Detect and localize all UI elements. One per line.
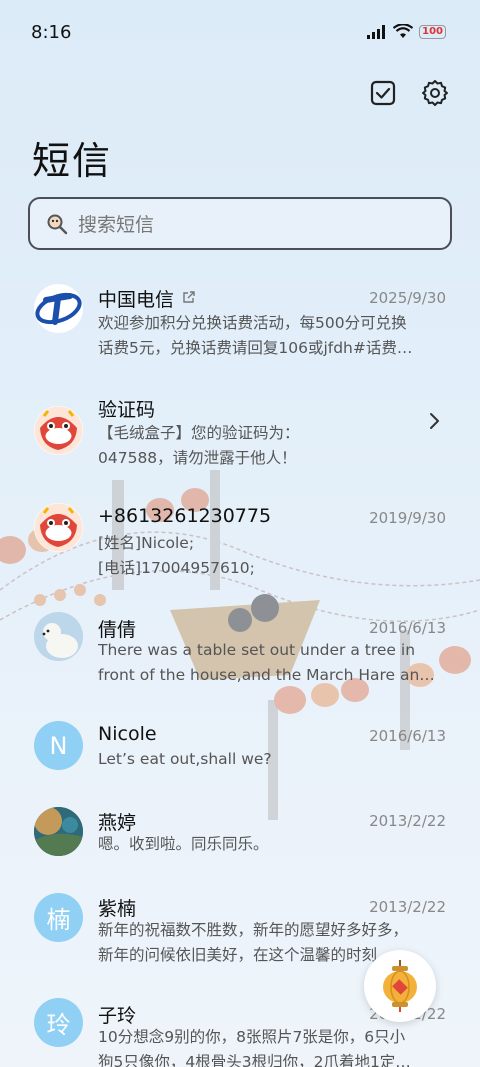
search-placeholder: 搜索短信: [78, 214, 155, 236]
conversation-item-verification-code[interactable]: 验证码 【毛绒盒子】您的验证码为： 047588，请勿泄露于他人！: [0, 380, 480, 480]
settings-button[interactable]: [420, 78, 450, 108]
page-title: 短信: [32, 139, 113, 183]
checkbox-icon: [370, 80, 396, 106]
conversation-item-nicole[interactable]: N Nicole 2016/6/13 Let’s eat out,shall w…: [0, 710, 480, 810]
lion-dance-icon: [34, 503, 83, 552]
avatar: 楠: [34, 893, 83, 942]
avatar: 玲: [34, 998, 83, 1047]
photo-avatar-icon: [34, 807, 83, 856]
lion-dance-icon: [34, 406, 83, 455]
contact-name: 验证码: [98, 399, 156, 421]
status-time: 8:16: [31, 22, 72, 43]
message-preview: [姓名]Nicole; [电话]17004957610;: [98, 531, 448, 580]
china-telecom-logo-icon: [34, 284, 83, 333]
message-date: 2013/2/22: [369, 898, 446, 916]
avatar: N: [34, 721, 83, 770]
contact-name: Nicole: [98, 723, 157, 745]
status-icons: 100: [367, 24, 446, 39]
contact-name: 中国电信: [98, 289, 175, 311]
preview-line: 10分想念9别的你，8张照片7张是你，6只小: [98, 1028, 406, 1046]
conversation-item-phone-number[interactable]: +8613261230775 2019/9/30 [姓名]Nicole; [电话…: [0, 490, 480, 590]
message-preview: Let’s eat out,shall we?: [98, 747, 448, 772]
avatar: [34, 406, 83, 455]
preview-line: 话费5元，兑换话费请回复106或jfdh#话费…: [98, 338, 413, 357]
preview-line: 【毛绒盒子】您的验证码为：: [98, 424, 300, 442]
message-date: 2016/6/13: [369, 619, 446, 637]
message-preview: 欢迎参加积分兑换话费活动，每500分可兑换 话费5元，兑换话费请回复106或jf…: [98, 311, 448, 360]
preview-line: 欢迎参加积分兑换话费活动，每500分可兑换: [98, 314, 407, 332]
battery-indicator: 100: [419, 24, 446, 39]
message-preview: 10分想念9别的你，8张照片7张是你，6只小 狗5只像你，4根骨头3根归你，2爪…: [98, 1025, 448, 1067]
preview-line: front of the house,and the March Hare an…: [98, 665, 435, 684]
message-date: 2025/9/30: [369, 289, 446, 307]
signal-icon: [367, 24, 386, 39]
preview-line: 嗯。收到啦。同乐同乐。: [98, 835, 269, 853]
message-preview: 嗯。收到啦。同乐同乐。: [98, 832, 448, 857]
external-link-icon: [183, 291, 195, 303]
preview-line: 047588，请勿泄露于他人！: [98, 448, 297, 467]
contact-name: +8613261230775: [98, 505, 272, 527]
compose-button[interactable]: [364, 950, 436, 1022]
contact-name: 燕婷: [98, 812, 137, 834]
preview-line: [电话]17004957610;: [98, 558, 255, 577]
message-date: 2013/2/22: [369, 812, 446, 830]
polar-bear-icon: [34, 612, 83, 661]
message-date: 2016/6/13: [369, 727, 446, 745]
conversation-item-china-telecom[interactable]: 中国电信 2025/9/30 欢迎参加积分兑换话费活动，每500分可兑换 话费5…: [0, 270, 480, 370]
chevron-right-icon[interactable]: [428, 412, 440, 430]
avatar: [34, 503, 83, 552]
contact-name: 子玲: [98, 1005, 137, 1027]
avatar: [34, 807, 83, 856]
search-input[interactable]: 搜索短信: [28, 197, 452, 250]
contact-name: 紫楠: [98, 898, 137, 920]
status-bar: 8:16 100: [0, 0, 480, 68]
conversation-item-yanting[interactable]: 燕婷 2013/2/22 嗯。收到啦。同乐同乐。: [0, 800, 480, 900]
top-actions: [368, 78, 450, 108]
avatar: [34, 612, 83, 661]
message-preview: There was a table set out under a tree i…: [98, 638, 448, 687]
lantern-icon: [383, 960, 417, 1012]
search-icon: [47, 214, 68, 234]
message-preview: 【毛绒盒子】您的验证码为： 047588，请勿泄露于他人！: [98, 421, 448, 470]
wifi-icon: [393, 24, 414, 38]
preview-line: 新年的祝福数不胜数，新年的愿望好多好多，: [98, 921, 409, 939]
preview-line: [姓名]Nicole;: [98, 534, 195, 552]
message-date: 2019/9/30: [369, 509, 446, 527]
conversation-item-qianqian[interactable]: 倩倩 2016/6/13 There was a table set out u…: [0, 600, 480, 700]
preview-line: 狗5只像你，4根骨头3根归你，2爪着地1定…: [98, 1052, 411, 1067]
preview-line: There was a table set out under a tree i…: [98, 641, 416, 659]
gear-icon: [422, 80, 448, 106]
select-button[interactable]: [368, 78, 398, 108]
preview-line: Let’s eat out,shall we?: [98, 750, 272, 768]
avatar: [34, 284, 83, 333]
